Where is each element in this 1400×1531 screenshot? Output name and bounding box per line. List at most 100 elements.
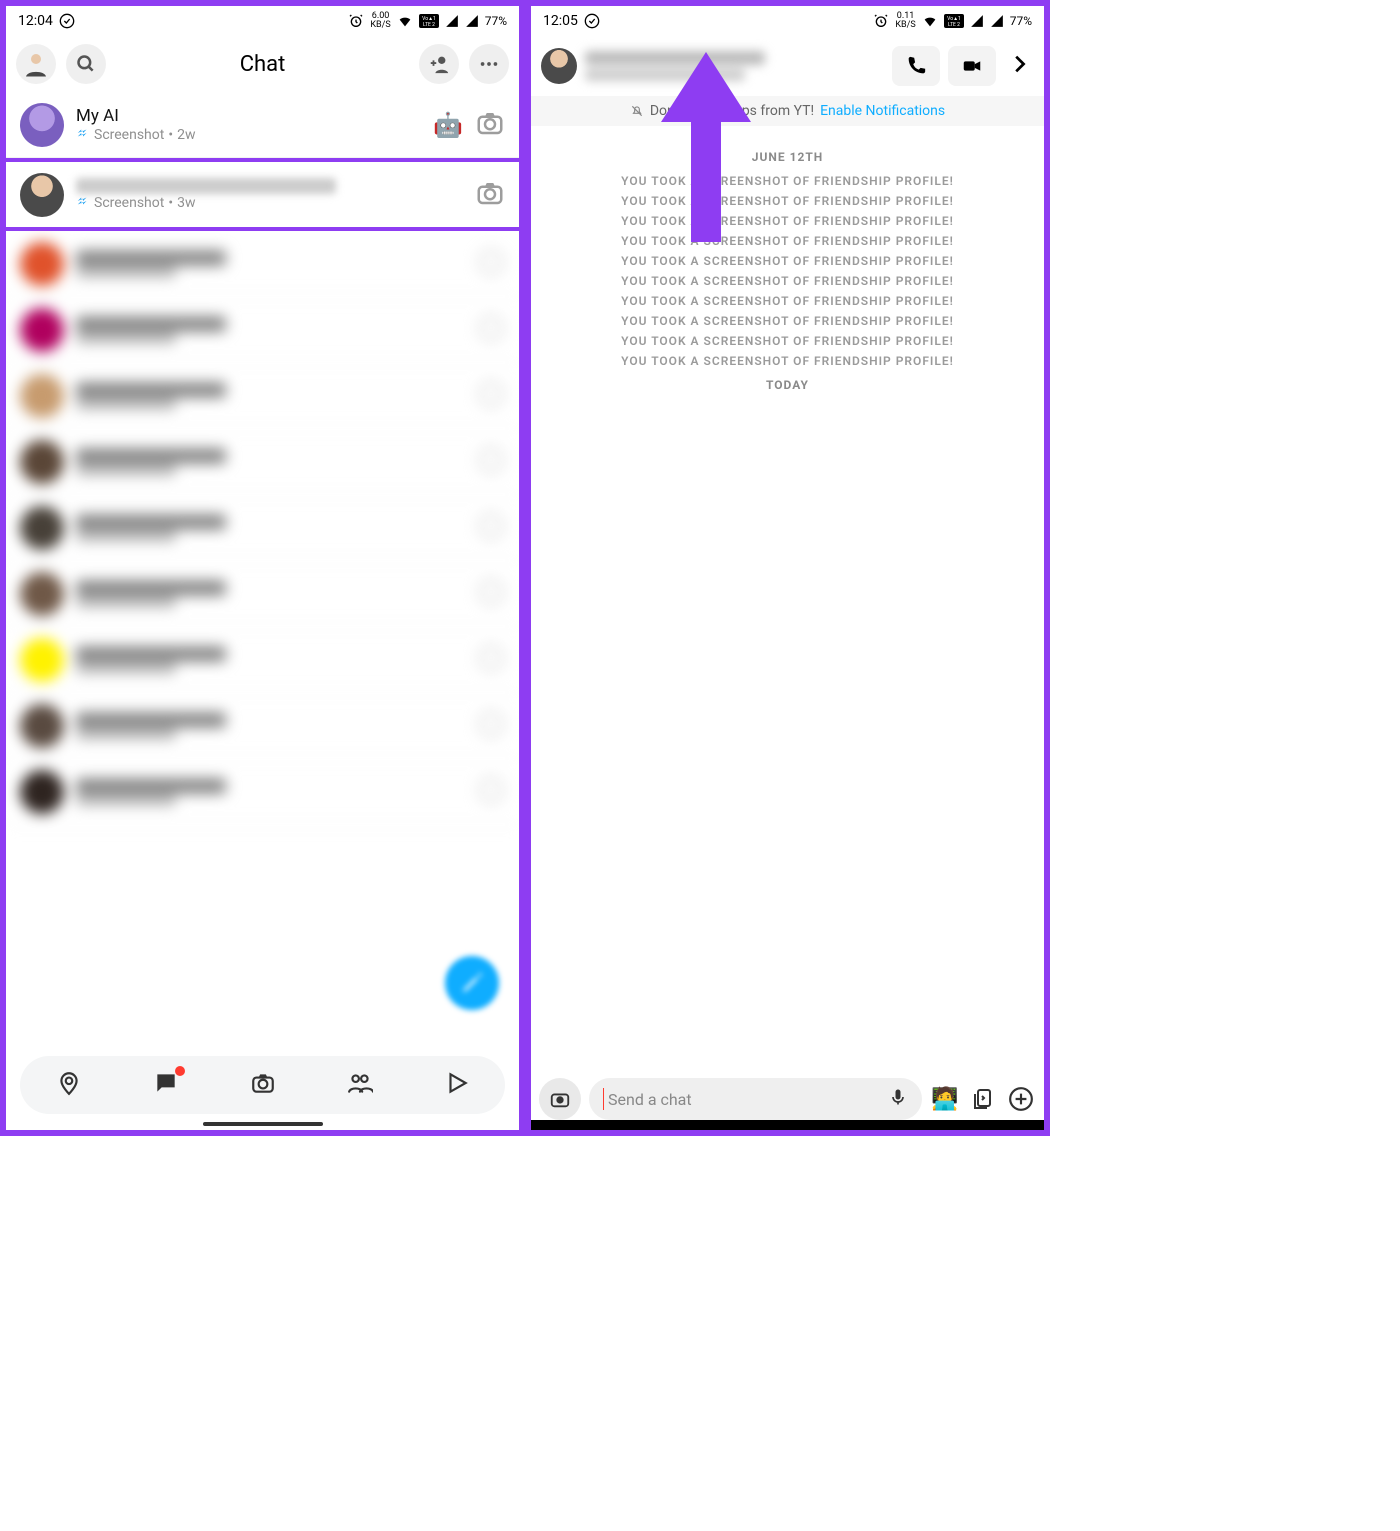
camera-button[interactable] (539, 1078, 581, 1120)
chat-row[interactable] (6, 627, 519, 693)
chat-thread-screen: 12:05 0.11KB/S Vo▲1LTE 2 77% (525, 0, 1050, 1136)
chat-name (76, 646, 226, 662)
chat-status (76, 266, 465, 278)
camera-icon (250, 1070, 276, 1096)
avatar (20, 308, 64, 352)
chat-status (76, 530, 465, 542)
chat-row[interactable] (6, 231, 519, 297)
camera-icon[interactable] (477, 314, 505, 346)
svg-text:LTE 2: LTE 2 (423, 22, 435, 28)
forward-button[interactable] (1004, 53, 1034, 79)
play-tab[interactable] (444, 1070, 470, 1100)
chat-header: Chat (6, 36, 519, 92)
chat-row[interactable] (6, 495, 519, 561)
mic-button[interactable] (888, 1087, 908, 1111)
ai-badge-icon: 🤖 (433, 111, 463, 139)
chat-name (76, 250, 226, 266)
avatar (20, 770, 64, 814)
chat-tab[interactable] (153, 1070, 179, 1100)
chat-row[interactable] (6, 561, 519, 627)
chat-input[interactable]: Send a chat (589, 1078, 922, 1120)
nav-bar-black (531, 1120, 1044, 1130)
date-label: JUNE 12TH (543, 150, 1032, 164)
notification-dot (175, 1066, 185, 1076)
camera-icon[interactable] (477, 380, 505, 412)
text-cursor (603, 1088, 604, 1110)
pin-icon (56, 1070, 82, 1096)
plus-circle-icon (1008, 1086, 1034, 1112)
date-label: TODAY (543, 378, 1032, 392)
camera-icon (549, 1088, 571, 1110)
search-button[interactable] (66, 44, 106, 84)
chat-status: Screenshot•2w (76, 126, 421, 144)
camera-icon[interactable] (477, 446, 505, 478)
more-button[interactable] (469, 44, 509, 84)
chat-icon (153, 1070, 179, 1096)
new-chat-fab[interactable] (445, 956, 499, 1010)
add-button[interactable] (1006, 1084, 1036, 1114)
chat-name (76, 514, 226, 530)
camera-icon[interactable] (477, 644, 505, 676)
camera-icon[interactable] (477, 512, 505, 544)
volte-icon: Vo▲1LTE 2 (944, 14, 964, 28)
battery-percent: 77% (485, 14, 507, 28)
add-friend-icon (428, 53, 450, 75)
call-button[interactable] (892, 46, 940, 86)
map-tab[interactable] (56, 1070, 82, 1100)
mic-icon (888, 1087, 908, 1107)
add-friend-button[interactable] (419, 44, 459, 84)
camera-icon[interactable] (475, 108, 505, 142)
chat-row[interactable] (6, 429, 519, 495)
blurred-chat-list (6, 231, 519, 825)
video-button[interactable] (948, 46, 996, 86)
chat-input-bar: Send a chat 🧑‍💻 (539, 1076, 1036, 1122)
avatar (541, 48, 577, 84)
system-message: YOU TOOK A SCREENSHOT OF FRIENDSHIP PROF… (543, 254, 1032, 268)
chat-row[interactable] (6, 693, 519, 759)
chat-status (76, 728, 465, 740)
wifi-icon (397, 13, 413, 29)
chat-status (76, 596, 465, 608)
camera-icon[interactable] (477, 776, 505, 808)
search-icon (76, 54, 96, 74)
system-message: YOU TOOK A SCREENSHOT OF FRIENDSHIP PROF… (543, 314, 1032, 328)
profile-avatar[interactable] (16, 44, 56, 84)
system-message: YOU TOOK A SCREENSHOT OF FRIENDSHIP PROF… (543, 214, 1032, 228)
stickers-button[interactable] (968, 1084, 998, 1114)
enable-notifications-link[interactable]: Enable Notifications (820, 103, 945, 119)
camera-icon[interactable] (475, 178, 505, 212)
chat-row[interactable] (6, 297, 519, 363)
svg-text:LTE 2: LTE 2 (948, 22, 960, 28)
camera-icon[interactable] (477, 710, 505, 742)
video-icon (961, 55, 983, 77)
status-bar: 12:05 0.11KB/S Vo▲1LTE 2 77% (531, 6, 1044, 36)
avatar (20, 103, 64, 147)
camera-tab[interactable] (250, 1070, 276, 1100)
system-message: YOU TOOK A SCREENSHOT OF FRIENDSHIP PROF… (543, 234, 1032, 248)
chat-name (76, 448, 226, 464)
avatar (20, 440, 64, 484)
chat-status: Screenshot•3w (76, 194, 463, 212)
chat-status (76, 398, 465, 410)
chat-row-selected[interactable]: Screenshot•3w (6, 158, 519, 231)
chat-row[interactable] (6, 363, 519, 429)
friends-tab[interactable] (347, 1070, 373, 1100)
screenshot-icon (76, 194, 90, 212)
thread-username-blurred (585, 51, 884, 81)
camera-icon[interactable] (477, 248, 505, 280)
battery-percent: 77% (1010, 14, 1032, 28)
chat-name-blurred (76, 178, 336, 194)
bitmoji-button[interactable]: 🧑‍💻 (930, 1084, 960, 1114)
chat-thread-header[interactable] (531, 36, 1044, 96)
system-messages: JUNE 12TH YOU TOOK A SCREENSHOT OF FRIEN… (531, 126, 1044, 416)
system-message: YOU TOOK A SCREENSHOT OF FRIENDSHIP PROF… (543, 294, 1032, 308)
chat-status (76, 662, 465, 674)
camera-icon[interactable] (477, 578, 505, 610)
system-message: YOU TOOK A SCREENSHOT OF FRIENDSHIP PROF… (543, 174, 1032, 188)
system-message: YOU TOOK A SCREENSHOT OF FRIENDSHIP PROF… (543, 354, 1032, 368)
avatar (20, 173, 64, 217)
chat-row[interactable] (6, 759, 519, 825)
chat-status (76, 464, 465, 476)
chat-row-myai[interactable]: My AI Screenshot•2w 🤖 (6, 92, 519, 158)
check-icon (584, 13, 600, 29)
